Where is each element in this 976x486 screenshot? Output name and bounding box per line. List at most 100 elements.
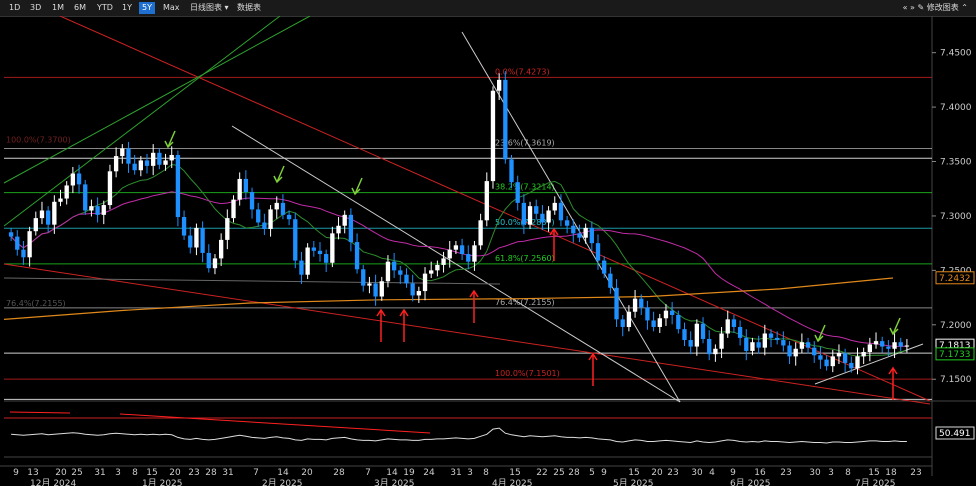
candle	[361, 264, 366, 292]
collapse-up-icon[interactable]: ⌃	[961, 3, 968, 12]
x-tick-label: 9	[601, 468, 607, 478]
candle	[503, 71, 508, 164]
candle	[639, 294, 644, 316]
range-max-button[interactable]: Max	[160, 2, 183, 14]
x-tick-label: 20	[301, 468, 313, 478]
candle	[305, 243, 310, 280]
candle	[756, 335, 761, 354]
candle-body	[361, 269, 366, 286]
candle-body	[694, 323, 700, 347]
candle	[101, 200, 106, 225]
candle-body	[595, 243, 601, 261]
candle-body	[824, 359, 829, 367]
candle-body	[577, 233, 582, 238]
chart-type-label: 日线图表	[190, 3, 222, 12]
candle	[669, 301, 675, 325]
x-tick-label: 31	[94, 468, 105, 478]
green-down-arrow	[273, 165, 285, 184]
range-5y-button[interactable]: 5Y	[139, 2, 155, 14]
edit-chart-label[interactable]: 修改图表	[927, 3, 959, 12]
x-tick-label: 3	[467, 468, 473, 478]
candle-body	[107, 171, 113, 206]
candle-body	[144, 160, 150, 166]
data-table-button[interactable]: 数据表	[234, 2, 264, 14]
candle-body	[836, 353, 842, 357]
candle-body	[398, 270, 403, 275]
candle-body	[756, 342, 761, 348]
x-month-label: 3月 2025	[374, 478, 415, 486]
candle-body	[8, 232, 14, 237]
price-chart[interactable]: 7.45007.40007.35007.30007.25007.20007.15…	[0, 16, 976, 486]
candle-body	[441, 258, 446, 265]
chart-type-dropdown[interactable]: 日线图表 ▾	[187, 2, 232, 14]
candle-body	[571, 225, 576, 234]
candle	[787, 341, 792, 364]
candle-body	[293, 219, 298, 261]
candle	[608, 267, 613, 294]
candle	[126, 141, 131, 173]
x-tick-label: 8	[483, 468, 489, 478]
x-tick-label: 23	[780, 468, 791, 478]
candle-body	[212, 258, 218, 269]
candle	[534, 199, 539, 220]
x-tick-label: 23	[188, 468, 199, 478]
candle-body	[620, 319, 625, 327]
candle	[602, 256, 607, 278]
candle	[120, 144, 125, 164]
collapse-left-icon[interactable]: «	[903, 3, 908, 12]
candle	[256, 202, 261, 227]
pencil-icon[interactable]: ✎	[918, 3, 925, 12]
candle-body	[602, 260, 607, 274]
candle	[484, 172, 489, 227]
candle-body	[52, 201, 57, 225]
candle	[781, 331, 786, 352]
candle-body	[503, 79, 508, 160]
candle-body	[95, 206, 100, 215]
x-tick-label: 23	[667, 468, 678, 478]
candle-body	[231, 199, 236, 219]
red-trend-line	[3, 263, 931, 405]
candle	[144, 153, 150, 174]
candle-body	[515, 182, 520, 203]
candle-body	[200, 227, 205, 253]
range-1m-button[interactable]: 1M	[49, 2, 67, 14]
red-up-arrow	[376, 308, 386, 342]
candle	[416, 286, 422, 304]
candle	[583, 223, 588, 244]
arrow-shaft	[354, 177, 363, 195]
candle-body	[725, 319, 730, 334]
candle-body	[768, 333, 774, 338]
expand-right-icon[interactable]: »	[910, 3, 915, 12]
price-badges: 7.24327.18137.1733	[935, 271, 975, 361]
candle-body	[169, 154, 174, 161]
candle	[373, 274, 378, 306]
candle-body	[861, 352, 866, 357]
candle-body	[904, 345, 910, 347]
candle	[478, 213, 483, 250]
candle	[200, 221, 205, 263]
candle-body	[262, 222, 267, 230]
toolbar-right: « » ✎ 修改图表 ⌃	[903, 2, 968, 14]
candle	[113, 147, 119, 178]
candle-body	[348, 214, 354, 243]
candle-body	[120, 148, 125, 157]
candle	[577, 224, 582, 243]
x-month-label: 12月 2024	[30, 478, 76, 486]
range-1d-button[interactable]: 1D	[6, 2, 23, 14]
candle-body	[657, 318, 662, 327]
range-1y-button[interactable]: 1Y	[119, 2, 135, 14]
candle	[812, 341, 817, 363]
candle-body	[194, 227, 199, 248]
candle-body	[157, 152, 162, 165]
candle	[589, 221, 594, 251]
fib-level-label: 0.0%(7.4273)	[495, 67, 550, 76]
candle	[515, 175, 520, 211]
range-3d-button[interactable]: 3D	[27, 2, 44, 14]
range-6m-button[interactable]: 6M	[71, 2, 89, 14]
candle	[39, 201, 45, 225]
candlesticks	[8, 71, 910, 375]
candle-body	[793, 348, 798, 357]
range-ytd-button[interactable]: YTD	[94, 2, 116, 14]
candle	[490, 86, 496, 189]
candle-body	[151, 152, 156, 166]
